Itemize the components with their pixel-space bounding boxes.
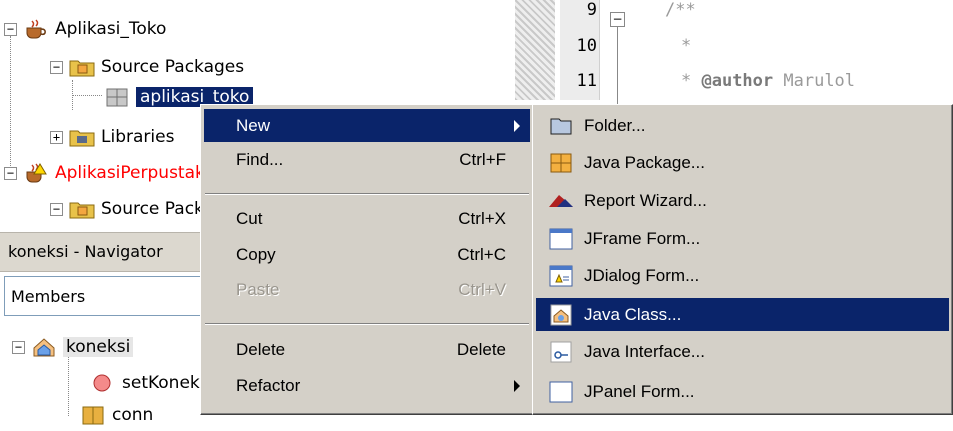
- menu-item-shortcut: Ctrl+V: [458, 279, 506, 299]
- navigator-item-label: koneksi: [63, 337, 134, 357]
- line-number: 11: [576, 71, 597, 91]
- tree-item-source-packages[interactable]: − Source Packages: [50, 52, 244, 82]
- menu-separator: [205, 193, 529, 195]
- submenu-item-jdialog-form[interactable]: JDialog Form...: [536, 259, 949, 292]
- menu-item-delete[interactable]: Delete Delete: [204, 333, 530, 366]
- java-project-warning-icon: [23, 162, 49, 184]
- libraries-folder-icon: [69, 126, 95, 148]
- submenu-item-label: JPanel Form...: [584, 381, 695, 401]
- submenu-arrow-icon: [514, 119, 520, 132]
- collapse-icon[interactable]: −: [50, 202, 63, 216]
- menu-item-label: Delete: [236, 339, 286, 359]
- navigator-title: koneksi - Navigator: [8, 242, 163, 261]
- navigator-item-label: conn: [112, 405, 154, 425]
- tree-item-label: Aplikasi_Toko: [55, 19, 167, 39]
- submenu-item-label: Java Class...: [584, 304, 682, 324]
- submenu-item-label: Folder...: [584, 115, 646, 135]
- menu-item-paste: Paste Ctrl+V: [204, 273, 530, 306]
- submenu-item-label: Java Interface...: [584, 341, 705, 361]
- collapse-icon[interactable]: −: [12, 340, 25, 354]
- tree-item-aplikasi-toko[interactable]: − Aplikasi_Toko: [4, 14, 166, 44]
- jframe-form-icon: [548, 227, 574, 251]
- java-package-icon: [548, 151, 574, 175]
- collapse-icon[interactable]: −: [50, 60, 63, 74]
- code-line: /**: [665, 0, 696, 20]
- submenu-item-label: JFrame Form...: [584, 228, 701, 248]
- collapse-icon[interactable]: −: [4, 22, 17, 36]
- menu-item-shortcut: Delete: [456, 339, 506, 359]
- menu-item-label: Cut: [236, 208, 263, 228]
- menu-item-new[interactable]: New: [204, 109, 530, 142]
- menu-item-label: Find...: [236, 149, 284, 169]
- fold-guide: [617, 27, 618, 107]
- submenu-item-jpanel-form[interactable]: JPanel Form...: [536, 375, 949, 408]
- tree-item-label: Libraries: [101, 127, 175, 147]
- java-project-icon: [23, 18, 49, 40]
- expand-icon[interactable]: +: [50, 130, 63, 144]
- menu-item-shortcut: Ctrl+C: [457, 244, 506, 264]
- source-folder-icon: [69, 198, 95, 220]
- submenu-item-label: Java Package...: [584, 152, 705, 172]
- submenu-item-label: Report Wizard...: [584, 190, 707, 210]
- package-icon: [104, 86, 130, 108]
- code-editor[interactable]: − 9 10 11 /** * * @author Marulol: [515, 0, 953, 107]
- java-class-icon: [548, 303, 574, 327]
- code-line: *: [681, 36, 692, 56]
- submenu-item-jframe-form[interactable]: JFrame Form...: [536, 222, 949, 255]
- menu-separator: [205, 323, 529, 325]
- submenu-item-java-interface[interactable]: Java Interface...: [536, 335, 949, 368]
- submenu-item-folder[interactable]: Folder...: [536, 109, 949, 142]
- class-icon: [31, 336, 57, 358]
- menu-item-label: New: [236, 115, 271, 135]
- submenu-item-java-package[interactable]: Java Package...: [536, 146, 949, 179]
- code-line: * @author Marulol: [681, 71, 856, 91]
- tree-guide-line: [10, 36, 11, 166]
- context-menu: New Find... Ctrl+F Cut Ctrl+X Copy Ctrl+…: [200, 104, 534, 415]
- tree-guide-line: [72, 95, 102, 96]
- menu-item-copy[interactable]: Copy Ctrl+C: [204, 238, 530, 271]
- menu-item-find[interactable]: Find... Ctrl+F: [204, 143, 530, 176]
- method-icon: [90, 372, 116, 394]
- collapse-icon[interactable]: −: [4, 166, 17, 180]
- new-submenu: Folder... Java Package... Report Wizard.…: [532, 104, 953, 415]
- menu-item-shortcut: Ctrl+X: [458, 208, 506, 228]
- tree-item-label: Source Packages: [101, 57, 245, 77]
- tree-item-libraries[interactable]: + Libraries: [50, 122, 174, 152]
- jdialog-form-icon: [548, 264, 574, 288]
- menu-item-cut[interactable]: Cut Ctrl+X: [204, 202, 530, 235]
- field-icon: [80, 404, 106, 426]
- menu-item-refactor[interactable]: Refactor: [204, 369, 530, 402]
- navigator-item-koneksi[interactable]: − koneksi: [12, 332, 134, 362]
- java-interface-icon: [548, 340, 574, 364]
- report-wizard-icon: [548, 189, 574, 213]
- navigator-item-conn[interactable]: conn: [80, 400, 153, 430]
- line-number: 9: [586, 0, 597, 20]
- submenu-item-report-wizard[interactable]: Report Wizard...: [536, 184, 949, 217]
- editor-margin: [515, 0, 555, 100]
- menu-item-shortcut: Ctrl+F: [459, 149, 506, 169]
- fold-icon[interactable]: −: [610, 12, 625, 27]
- source-folder-icon: [69, 56, 95, 78]
- menu-item-label: Copy: [236, 244, 276, 264]
- submenu-arrow-icon: [514, 379, 520, 392]
- menu-item-label: Paste: [236, 279, 280, 299]
- menu-item-label: Refactor: [236, 375, 301, 395]
- line-number: 10: [576, 36, 597, 56]
- jpanel-form-icon: [548, 380, 574, 404]
- submenu-item-label: JDialog Form...: [584, 265, 700, 285]
- navigator-filter-value: Members: [11, 287, 86, 306]
- navigator-item-setkoneksi[interactable]: setKoneksi: [90, 368, 213, 398]
- folder-icon: [548, 114, 574, 138]
- submenu-item-java-class[interactable]: Java Class...: [536, 298, 949, 331]
